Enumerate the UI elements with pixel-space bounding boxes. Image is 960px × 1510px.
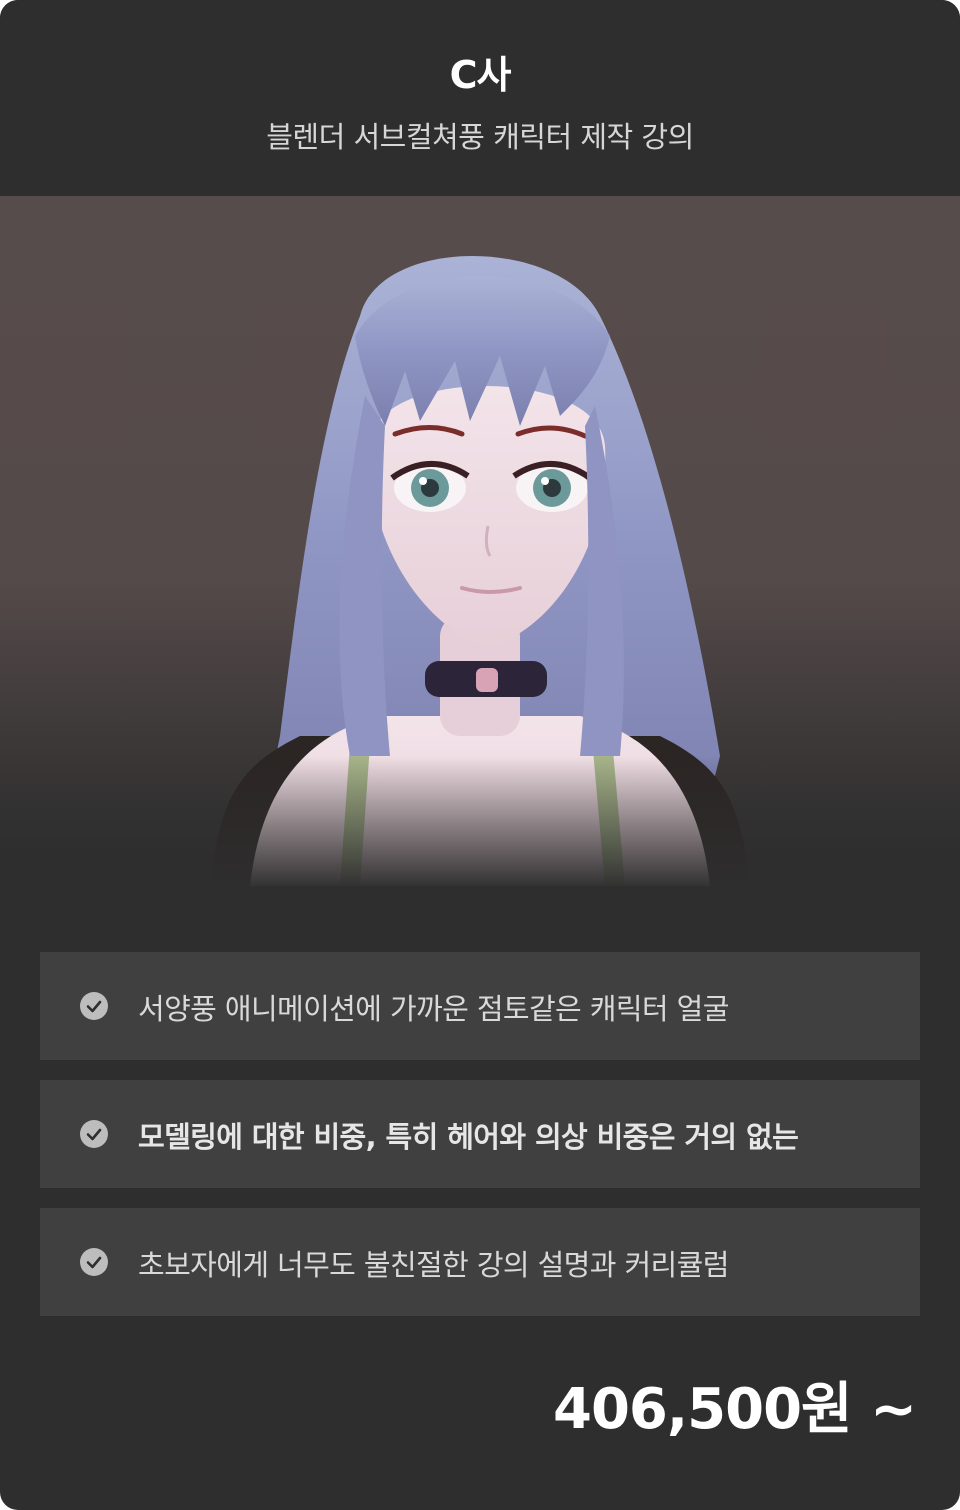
feature-item: 초보자에게 너무도 불친절한 강의 설명과 커리큘럼: [40, 1208, 920, 1316]
card-subtitle: 블렌더 서브컬쳐풍 캐릭터 제작 강의: [266, 120, 694, 154]
feature-label: 서양풍 애니메이션에 가까운 점토같은 캐릭터 얼굴: [138, 992, 729, 1026]
feature-label: 모델링에 대한 비중, 특히 헤어와 의상 비중은 거의 없는: [138, 1120, 799, 1154]
card-title: C사: [449, 53, 512, 97]
card-header: C사 블렌더 서브컬쳐풍 캐릭터 제작 강의: [0, 0, 960, 196]
feature-item: 서양풍 애니메이션에 가까운 점토같은 캐릭터 얼굴: [40, 952, 920, 1060]
check-circle-icon: [80, 1248, 108, 1276]
feature-label: 초보자에게 너무도 불친절한 강의 설명과 커리큘럼: [138, 1248, 729, 1282]
hero-image: [0, 196, 960, 890]
check-circle-icon: [80, 992, 108, 1020]
check-circle-icon: [80, 1120, 108, 1148]
price-label: 406,500원 ~: [552, 1377, 917, 1442]
character-illustration: [0, 256, 960, 890]
course-card: C사 블렌더 서브컬쳐풍 캐릭터 제작 강의 서양풍 애니메이션에 가까운 점토…: [0, 0, 960, 1510]
feature-item: 모델링에 대한 비중, 특히 헤어와 의상 비중은 거의 없는: [40, 1080, 920, 1188]
